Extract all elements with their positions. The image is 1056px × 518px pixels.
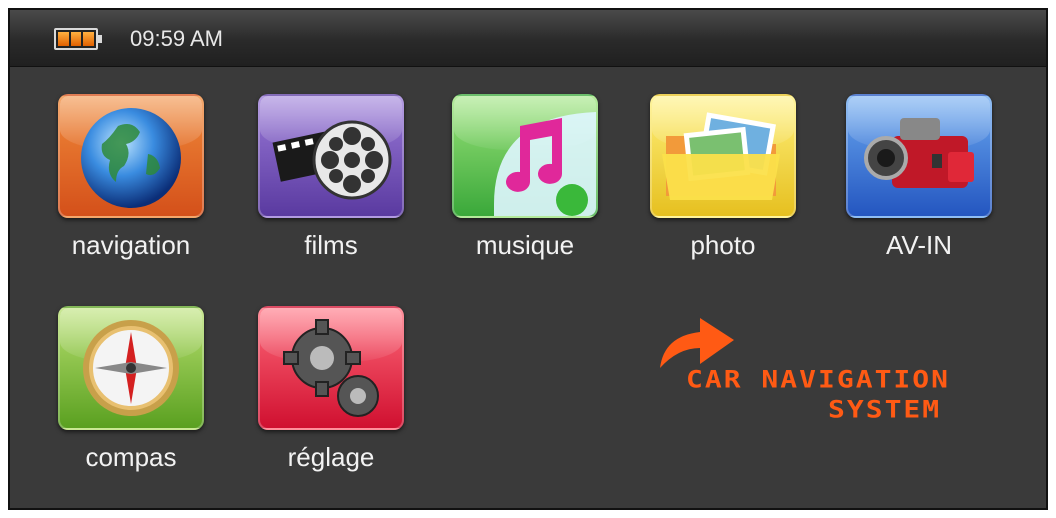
photo-folder-icon[interactable]: [650, 94, 796, 218]
app-navigation[interactable]: navigation: [56, 94, 206, 261]
app-films[interactable]: films: [256, 94, 406, 261]
device-screen: 09:59 AM navigation films musique photo …: [8, 8, 1048, 510]
globe-icon[interactable]: [58, 94, 204, 218]
music-note-icon[interactable]: [452, 94, 598, 218]
film-reel-icon[interactable]: [258, 94, 404, 218]
app-label-av-in: AV-IN: [886, 230, 952, 260]
app-label-musique: musique: [475, 230, 575, 260]
logo-line1: CAR NAVIGATION: [686, 365, 951, 394]
app-musique[interactable]: musique: [450, 94, 600, 261]
camcorder-icon[interactable]: [846, 94, 992, 218]
app-label-compas: compas: [85, 442, 177, 472]
app-reglage[interactable]: réglage: [256, 306, 406, 473]
app-photo[interactable]: photo: [648, 94, 798, 261]
app-av-in[interactable]: AV-IN: [844, 94, 994, 261]
battery-icon: [54, 28, 102, 50]
logo-line2: SYSTEM: [828, 395, 942, 424]
compass-icon[interactable]: [58, 306, 204, 430]
app-label-navigation: navigation: [71, 230, 191, 260]
app-compas[interactable]: compas: [56, 306, 206, 473]
gears-icon[interactable]: [258, 306, 404, 430]
app-label-photo: photo: [690, 230, 756, 260]
clock-time: 09:59 AM: [130, 26, 223, 51]
car-navigation-system-logo: CAR NAVIGATION SYSTEM: [650, 310, 980, 430]
status-bar: 09:59 AM: [10, 10, 1046, 67]
app-label-films: films: [304, 230, 358, 260]
app-label-reglage: réglage: [287, 442, 375, 472]
